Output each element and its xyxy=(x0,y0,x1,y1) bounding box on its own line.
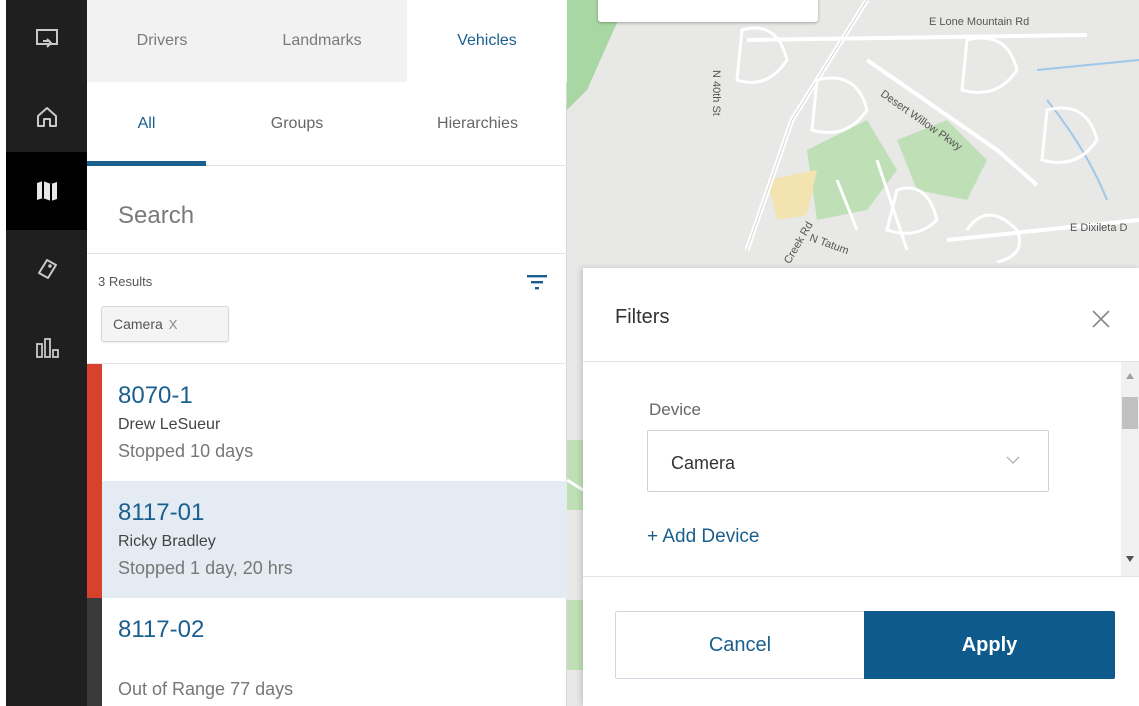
screen-share-icon xyxy=(35,29,58,48)
add-device-link[interactable]: + Add Device xyxy=(647,526,760,548)
divider xyxy=(87,253,567,254)
vehicle-row[interactable]: 8070-1 Drew LeSueur Stopped 10 days xyxy=(87,364,567,481)
alert-tag-icon xyxy=(37,259,57,279)
vehicle-list-panel: Drivers Landmarks Vehicles All Groups Hi… xyxy=(87,0,567,706)
reports-chart-icon xyxy=(35,338,59,358)
home-button[interactable] xyxy=(6,78,87,156)
map-view-edge xyxy=(567,270,583,706)
status-indicator xyxy=(87,598,102,706)
vehicle-row-selected[interactable]: 8117-01 Ricky Bradley Stopped 1 day, 20 … xyxy=(87,481,567,598)
active-tab-indicator xyxy=(87,161,206,166)
results-count: 3 Results xyxy=(98,274,153,289)
tab-all[interactable]: All xyxy=(87,82,206,166)
entity-tabs: Drivers Landmarks Vehicles xyxy=(87,0,567,82)
map-roads xyxy=(567,0,1139,270)
alerts-button[interactable] xyxy=(6,230,87,308)
scrollbar-thumb[interactable] xyxy=(1122,397,1138,429)
vehicle-status: Out of Range 77 days xyxy=(118,679,294,699)
status-indicator xyxy=(87,364,102,481)
reports-button[interactable] xyxy=(6,308,87,386)
nav-rail xyxy=(0,0,87,706)
scroll-down-icon[interactable] xyxy=(1126,556,1134,562)
map-search-box[interactable] xyxy=(598,0,818,22)
driver-name: Ricky Bradley xyxy=(118,533,216,550)
home-icon xyxy=(36,107,57,127)
filters-dialog: Filters Device Camera + Add Device Cance… xyxy=(583,268,1139,706)
window-edge xyxy=(0,0,6,706)
device-select[interactable]: Camera xyxy=(647,430,1049,492)
device-label: Device xyxy=(649,400,701,419)
map-button[interactable] xyxy=(6,152,87,230)
tab-drivers[interactable]: Drivers xyxy=(87,0,237,82)
chevron-down-icon xyxy=(1006,456,1020,464)
search-input[interactable] xyxy=(118,196,538,236)
dialog-title: Filters xyxy=(615,306,670,328)
map-edge-roads xyxy=(567,270,583,706)
camera-filter-chip[interactable]: Camera X xyxy=(101,306,229,342)
divider xyxy=(583,361,1139,362)
chip-remove-icon[interactable]: X xyxy=(169,317,178,332)
tab-landmarks[interactable]: Landmarks xyxy=(237,0,407,82)
vehicle-status: Stopped 10 days xyxy=(118,441,254,461)
device-select-value: Camera xyxy=(671,453,736,473)
status-indicator xyxy=(87,481,102,598)
chip-label: Camera xyxy=(113,316,163,332)
map-icon xyxy=(36,181,57,201)
street-label: N 40th St xyxy=(710,70,722,116)
map-view[interactable]: E Lone Mountain Rd N 40th St Desert Will… xyxy=(567,0,1139,270)
vehicle-status: Stopped 1 day, 20 hrs xyxy=(118,558,293,578)
vehicle-row[interactable]: 8117-02 Out of Range 77 days xyxy=(87,598,567,706)
view-tabs: All Groups Hierarchies xyxy=(87,82,567,166)
tab-vehicles[interactable]: Vehicles xyxy=(407,0,567,82)
street-label: E Lone Mountain Rd xyxy=(929,16,1030,28)
tab-hierarchies[interactable]: Hierarchies xyxy=(388,82,567,166)
tab-groups[interactable]: Groups xyxy=(206,82,388,166)
cancel-button[interactable]: Cancel xyxy=(615,611,865,679)
vehicle-id: 8070-1 xyxy=(118,382,193,409)
screen-share-button[interactable] xyxy=(6,0,87,78)
driver-name: Drew LeSueur xyxy=(118,416,221,433)
street-label: E Dixileta D xyxy=(1070,222,1128,234)
scrollbar[interactable] xyxy=(1121,362,1139,576)
vehicle-id: 8117-01 xyxy=(118,499,205,526)
divider xyxy=(583,576,1139,577)
scroll-up-icon[interactable] xyxy=(1126,373,1134,379)
apply-button[interactable]: Apply xyxy=(864,611,1115,679)
close-icon[interactable] xyxy=(1091,309,1111,329)
filter-icon[interactable] xyxy=(526,273,548,291)
vehicle-id: 8117-02 xyxy=(118,616,205,643)
